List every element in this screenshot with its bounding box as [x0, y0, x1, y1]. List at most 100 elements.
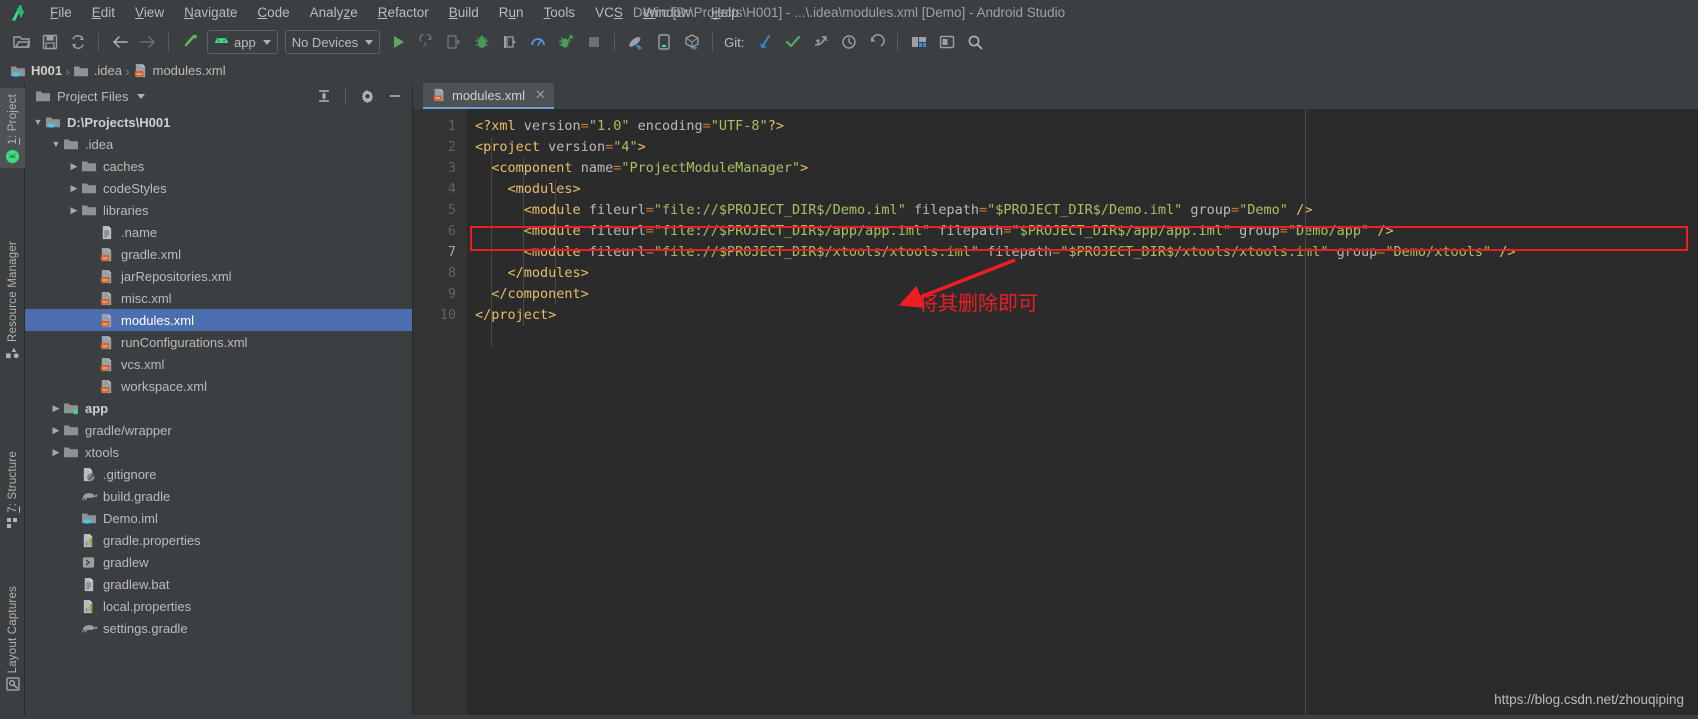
chevron-down-icon[interactable]: ▼ [49, 139, 63, 149]
menu-edit[interactable]: Edit [82, 0, 125, 26]
device-select[interactable]: No Devices [284, 30, 381, 54]
tree-item-gradle-properties[interactable]: gradle.properties [25, 529, 412, 551]
tree-item-label: caches [103, 158, 145, 174]
tree-item-gradle-xml[interactable]: <> gradle.xml [25, 243, 412, 265]
tree-item--gitignore[interactable]: .gitignore [25, 463, 412, 485]
git-update-project-icon[interactable] [751, 29, 778, 55]
debug-bug-icon[interactable] [468, 29, 495, 55]
menu-view[interactable]: View [125, 0, 174, 26]
save-icon[interactable] [36, 29, 63, 55]
xml-file-icon: <> [99, 334, 116, 350]
toggle-window-icon[interactable] [933, 29, 960, 55]
tree-item-build-gradle[interactable]: build.gradle [25, 485, 412, 507]
rail-button-7--structure[interactable]: 7: Structure [0, 438, 25, 533]
chevron-down-icon[interactable]: ▼ [31, 117, 45, 127]
menu-run[interactable]: Run [489, 0, 534, 26]
tab-modules-xml[interactable]: <> modules.xml ✕ [423, 83, 554, 109]
breadcrumb-item--idea[interactable]: .idea [73, 63, 122, 78]
stop-square-icon[interactable] [580, 29, 607, 55]
tree-item-runconfigurations-xml[interactable]: <> runConfigurations.xml [25, 331, 412, 353]
attach-debugger-icon[interactable] [496, 29, 523, 55]
forward-arrow-icon[interactable] [134, 29, 161, 55]
run-with-coverage-icon[interactable] [552, 29, 579, 55]
tree-item-xtools[interactable]: ▶ xtools [25, 441, 412, 463]
git-history-clock-icon[interactable] [835, 29, 862, 55]
code-token: = [605, 139, 614, 155]
code-token: </project> [475, 307, 557, 323]
tree-item-gradlew-bat[interactable]: gradlew.bat [25, 573, 412, 595]
code-line-10: </project> [475, 305, 1698, 326]
menu-vcs[interactable]: VCS [585, 0, 633, 26]
line-number: 6 [447, 223, 456, 239]
svg-text:<>: <> [102, 388, 108, 393]
menu-refactor[interactable]: Refactor [368, 0, 439, 26]
git-push-icon[interactable] [807, 29, 834, 55]
build-hammer-icon[interactable] [176, 29, 203, 55]
git-revert-undo-icon[interactable] [863, 29, 890, 55]
rail-button-layout-captures[interactable]: Layout Captures [0, 570, 25, 695]
tree-item-gradle-wrapper[interactable]: ▶ gradle/wrapper [25, 419, 412, 441]
tree-item--idea[interactable]: ▼ .idea [25, 133, 412, 155]
project-android-icon [5, 149, 20, 164]
tree-item-workspace-xml[interactable]: <> workspace.xml [25, 375, 412, 397]
chevron-right-icon[interactable]: ▶ [49, 425, 63, 436]
apply-changes-restart-icon[interactable] [440, 29, 467, 55]
tree-item-codestyles[interactable]: ▶ codeStyles [25, 177, 412, 199]
chevron-right-icon[interactable]: ▶ [67, 205, 81, 216]
tree-item-jarrepositories-xml[interactable]: <> jarRepositories.xml [25, 265, 412, 287]
apply-code-changes-icon[interactable]: A [412, 29, 439, 55]
avd-manager-icon[interactable] [650, 29, 677, 55]
search-everywhere-icon[interactable] [961, 29, 988, 55]
menu-file[interactable]: File [40, 0, 82, 26]
back-arrow-icon[interactable] [106, 29, 133, 55]
tree-item-gradlew[interactable]: gradlew [25, 551, 412, 573]
chevron-down-icon[interactable] [136, 93, 145, 99]
tree-item-settings-gradle[interactable]: settings.gradle [25, 617, 412, 639]
minimize-icon[interactable] [384, 86, 406, 106]
sync-reload-icon[interactable] [64, 29, 91, 55]
project-file-tree[interactable]: ▼ D:\Projects\H001 ▼ .idea ▶ caches ▶ codeStyle… [25, 109, 412, 715]
run-play-icon[interactable] [384, 29, 411, 55]
chevron-right-icon[interactable]: ▶ [67, 161, 81, 172]
gear-icon[interactable] [356, 86, 378, 106]
tree-item-libraries[interactable]: ▶ libraries [25, 199, 412, 221]
tree-item-local-properties[interactable]: local.properties [25, 595, 412, 617]
collapse-all-icon[interactable] [313, 86, 335, 106]
breadcrumb-item-h001[interactable]: H001 [10, 63, 62, 78]
code-token: group [1239, 223, 1280, 239]
layout-editor-icon[interactable] [905, 29, 932, 55]
sdk-manager-icon[interactable] [622, 29, 649, 55]
tree-item-caches[interactable]: ▶ caches [25, 155, 412, 177]
menu-navigate[interactable]: Navigate [174, 0, 247, 26]
menu-window[interactable]: Window [633, 0, 701, 26]
tree-item-vcs-xml[interactable]: <> vcs.xml [25, 353, 412, 375]
tree-item-demo-iml[interactable]: Demo.iml [25, 507, 412, 529]
menu-help[interactable]: Help [701, 0, 749, 26]
breadcrumb-item-modules-xml[interactable]: <> modules.xml [133, 63, 226, 78]
rail-button-1--project[interactable]: 1: Project [0, 88, 25, 168]
profiler-icon[interactable] [524, 29, 551, 55]
menu-tools[interactable]: Tools [534, 0, 586, 26]
close-icon[interactable]: ✕ [535, 87, 546, 103]
chevron-right-icon[interactable]: ▶ [49, 403, 63, 414]
xml-file-icon: <> [99, 378, 116, 394]
toolbar-separator [168, 33, 169, 51]
tree-item-modules-xml[interactable]: <> modules.xml [25, 309, 412, 331]
device-file-explorer-icon[interactable] [678, 29, 705, 55]
menu-code[interactable]: Code [247, 0, 299, 26]
git-commit-checkmark-icon[interactable] [779, 29, 806, 55]
open-folder-icon[interactable] [8, 29, 35, 55]
tree-item--name[interactable]: .name [25, 221, 412, 243]
chevron-right-icon[interactable]: ▶ [67, 183, 81, 194]
tree-item-misc-xml[interactable]: <> misc.xml [25, 287, 412, 309]
code-content[interactable]: <?xml version="1.0" encoding="UTF-8"?> <p… [467, 109, 1698, 715]
tree-item-d--projects-h001[interactable]: ▼ D:\Projects\H001 [25, 111, 412, 133]
menu-analyze[interactable]: Analyze [300, 0, 368, 26]
code-editor[interactable]: 1 2 3 4 5 6 7 8 9 10 <?xml version="1.0" encoding… [413, 109, 1698, 715]
run-configuration-select[interactable]: app [207, 30, 278, 54]
editor-tab-strip: <> modules.xml ✕ [413, 83, 1698, 109]
tree-item-app[interactable]: ▶ app [25, 397, 412, 419]
chevron-right-icon[interactable]: ▶ [49, 447, 63, 458]
menu-build[interactable]: Build [439, 0, 489, 26]
rail-button-resource-manager[interactable]: Resource Manager [0, 223, 25, 363]
